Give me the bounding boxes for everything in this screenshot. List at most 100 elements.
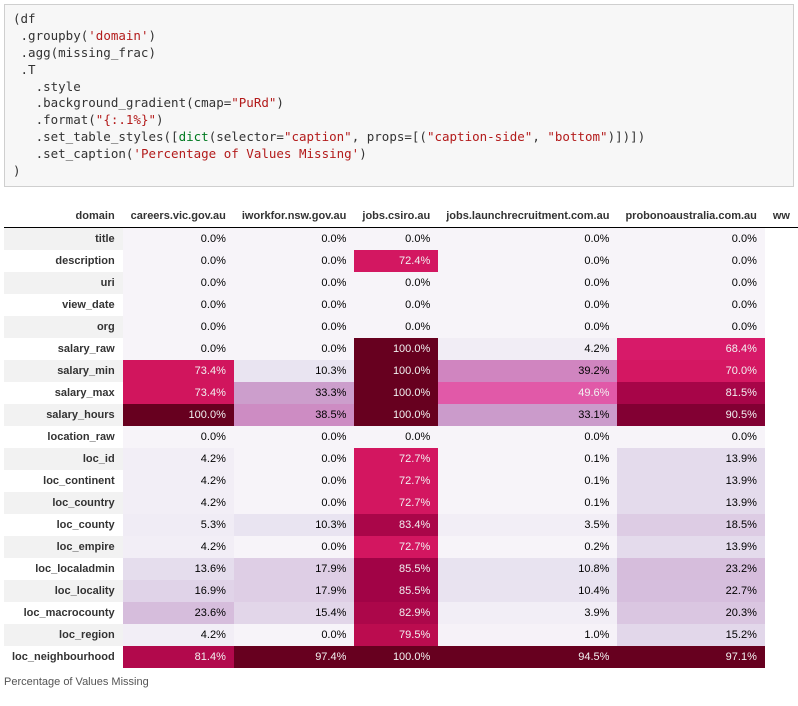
row-header: view_date <box>4 294 123 316</box>
table-row: loc_region4.2%0.0%79.5%1.0%15.2% <box>4 624 798 646</box>
table-cell: 0.0% <box>354 272 438 294</box>
table-cell: 68.4% <box>617 338 764 360</box>
table-row: loc_locality16.9%17.9%85.5%10.4%22.7% <box>4 580 798 602</box>
table-row: view_date0.0%0.0%0.0%0.0%0.0% <box>4 294 798 316</box>
table-cell: 33.3% <box>234 382 355 404</box>
table-cell: 0.0% <box>438 272 617 294</box>
table-cell: 39.2% <box>438 360 617 382</box>
table-cell: 0.1% <box>438 448 617 470</box>
row-header: loc_region <box>4 624 123 646</box>
missing-values-table: Percentage of Values Missing domain care… <box>4 205 798 688</box>
table-cell: 90.5% <box>617 404 764 426</box>
table-cell: 13.6% <box>123 558 234 580</box>
table-cell: 22.7% <box>617 580 764 602</box>
table-header-row: domain careers.vic.gov.auiworkfor.nsw.go… <box>4 205 798 228</box>
table-cell: 0.0% <box>354 316 438 338</box>
table-cell: 0.0% <box>354 426 438 448</box>
table-cell: 0.0% <box>234 227 355 250</box>
column-header: jobs.csiro.au <box>354 205 438 228</box>
table-row: location_raw0.0%0.0%0.0%0.0%0.0% <box>4 426 798 448</box>
table-cell: 0.0% <box>438 250 617 272</box>
table-cell: 0.0% <box>234 250 355 272</box>
table-cell: 72.4% <box>354 250 438 272</box>
table-row: loc_macrocounty23.6%15.4%82.9%3.9%20.3% <box>4 602 798 624</box>
row-header: loc_country <box>4 492 123 514</box>
table-cell: 85.5% <box>354 580 438 602</box>
table-cell: 10.8% <box>438 558 617 580</box>
table-cell: 0.0% <box>234 448 355 470</box>
row-header: org <box>4 316 123 338</box>
row-header: salary_min <box>4 360 123 382</box>
table-row: salary_hours100.0%38.5%100.0%33.1%90.5% <box>4 404 798 426</box>
code-line: .background_gradient(cmap="PuRd") <box>13 95 284 110</box>
table-cell: 0.0% <box>234 316 355 338</box>
table-cell: 85.5% <box>354 558 438 580</box>
row-header: loc_empire <box>4 536 123 558</box>
table-row: loc_continent4.2%0.0%72.7%0.1%13.9% <box>4 470 798 492</box>
table-cell: 0.0% <box>123 250 234 272</box>
table-row: loc_id4.2%0.0%72.7%0.1%13.9% <box>4 448 798 470</box>
code-line: .agg(missing_frac) <box>13 45 156 60</box>
table-cell: 15.4% <box>234 602 355 624</box>
table-cell: 3.9% <box>438 602 617 624</box>
table-cell: 13.9% <box>617 448 764 470</box>
column-header: ww <box>765 205 798 228</box>
table-cell: 23.6% <box>123 602 234 624</box>
table-cell: 0.0% <box>617 426 764 448</box>
table-row: title0.0%0.0%0.0%0.0%0.0% <box>4 227 798 250</box>
table-cell: 0.0% <box>234 536 355 558</box>
output-cell: Percentage of Values Missing domain care… <box>4 205 798 688</box>
table-row: loc_empire4.2%0.0%72.7%0.2%13.9% <box>4 536 798 558</box>
table-cell: 15.2% <box>617 624 764 646</box>
table-cell: 0.0% <box>234 294 355 316</box>
table-row: org0.0%0.0%0.0%0.0%0.0% <box>4 316 798 338</box>
table-cell: 20.3% <box>617 602 764 624</box>
table-cell: 72.7% <box>354 470 438 492</box>
table-cell: 17.9% <box>234 580 355 602</box>
table-row: description0.0%0.0%72.4%0.0%0.0% <box>4 250 798 272</box>
table-cell: 13.9% <box>617 492 764 514</box>
table-cell: 1.0% <box>438 624 617 646</box>
table-cell: 0.0% <box>234 470 355 492</box>
table-cell: 70.0% <box>617 360 764 382</box>
code-line: .set_table_styles([dict(selector="captio… <box>13 129 645 144</box>
table-cell: 0.0% <box>234 624 355 646</box>
row-header: loc_county <box>4 514 123 536</box>
table-cell: 0.0% <box>123 272 234 294</box>
row-header: title <box>4 227 123 250</box>
table-cell: 0.2% <box>438 536 617 558</box>
table-cell: 81.4% <box>123 646 234 668</box>
table-cell: 0.0% <box>234 492 355 514</box>
table-cell: 0.0% <box>354 294 438 316</box>
table-cell: 0.0% <box>234 426 355 448</box>
table-cell: 0.0% <box>123 426 234 448</box>
table-cell: 0.0% <box>438 294 617 316</box>
table-cell: 94.5% <box>438 646 617 668</box>
row-header: loc_locality <box>4 580 123 602</box>
table-cell: 5.3% <box>123 514 234 536</box>
code-line: .groupby('domain') <box>13 28 156 43</box>
code-line: .T <box>13 62 36 77</box>
table-cell: 0.0% <box>617 316 764 338</box>
table-cell: 4.2% <box>123 536 234 558</box>
code-line: ) <box>13 163 21 178</box>
table-row: loc_localadmin13.6%17.9%85.5%10.8%23.2% <box>4 558 798 580</box>
table-cell: 72.7% <box>354 536 438 558</box>
table-cell: 0.0% <box>438 426 617 448</box>
table-cell: 100.0% <box>354 360 438 382</box>
table-cell: 13.9% <box>617 536 764 558</box>
table-cell: 0.0% <box>617 294 764 316</box>
table-row: uri0.0%0.0%0.0%0.0%0.0% <box>4 272 798 294</box>
row-index-label: domain <box>4 205 123 228</box>
code-input-cell[interactable]: (df .groupby('domain') .agg(missing_frac… <box>4 4 794 187</box>
table-cell: 13.9% <box>617 470 764 492</box>
code-line: .set_caption('Percentage of Values Missi… <box>13 146 367 161</box>
table-cell: 0.1% <box>438 492 617 514</box>
table-cell: 97.1% <box>617 646 764 668</box>
table-cell: 100.0% <box>123 404 234 426</box>
table-cell: 3.5% <box>438 514 617 536</box>
table-cell: 0.0% <box>438 316 617 338</box>
column-header: careers.vic.gov.au <box>123 205 234 228</box>
table-caption: Percentage of Values Missing <box>4 668 798 688</box>
table-row: salary_raw0.0%0.0%100.0%4.2%68.4% <box>4 338 798 360</box>
